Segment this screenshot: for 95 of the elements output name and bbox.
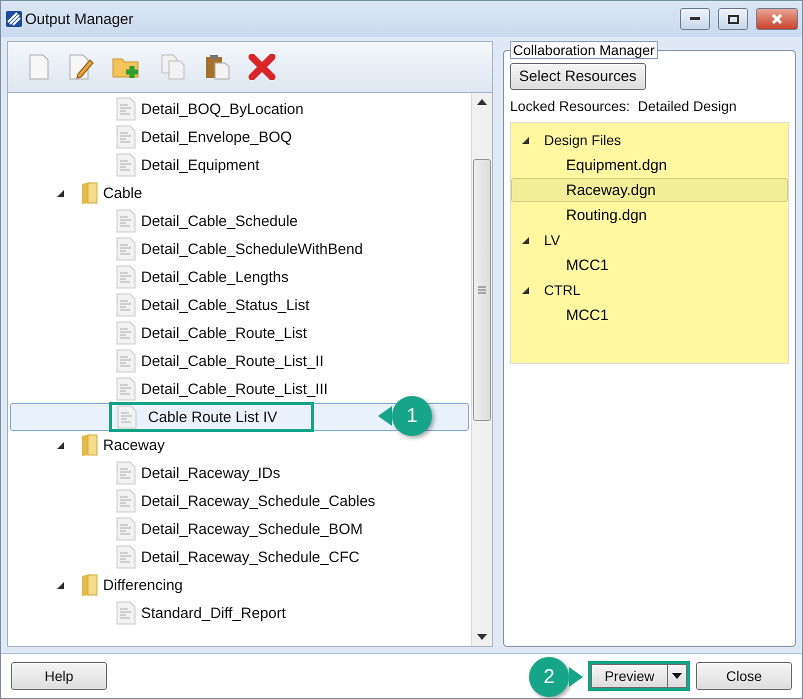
close-icon — [771, 13, 783, 25]
tree-item[interactable]: Detail_Cable_Status_List — [10, 291, 469, 319]
report-icon — [115, 153, 137, 177]
report-icon — [115, 349, 137, 373]
resource-item[interactable]: MCC1 — [511, 303, 788, 327]
report-name: Detail_Cable_Route_List_III — [140, 380, 329, 400]
folder-name: Differencing — [102, 576, 184, 596]
report-icon — [115, 517, 137, 541]
report-name: Cable Route List IV — [147, 408, 278, 428]
report-icon — [115, 461, 137, 485]
report-name: Detail_Cable_ScheduleWithBend — [140, 240, 364, 260]
expanded-triangle-icon[interactable] — [55, 440, 65, 450]
dropdown-arrow-button[interactable] — [667, 664, 687, 688]
maximize-icon — [728, 14, 738, 24]
report-name: Detail_Cable_Route_List — [140, 324, 308, 344]
resource-item[interactable]: Routing.dgn — [511, 203, 788, 227]
report-name: Detail_Envelope_BOQ — [140, 128, 293, 148]
close-dialog-button[interactable]: Close — [696, 662, 792, 690]
minimize-icon — [690, 17, 700, 21]
report-icon — [115, 601, 137, 625]
report-name: Detail_Raceway_Schedule_BOM — [140, 520, 364, 540]
report-icon — [116, 405, 138, 429]
report-icon — [115, 489, 137, 513]
preview-button[interactable]: Preview — [591, 664, 667, 688]
folder-icon — [79, 433, 99, 457]
resource-item[interactable]: Raceway.dgn — [511, 178, 788, 202]
resource-item[interactable]: MCC1 — [511, 253, 788, 277]
tree-item[interactable]: Detail_Raceway_Schedule_CFC — [10, 543, 469, 571]
tree-item[interactable]: Detail_Raceway_IDs — [10, 459, 469, 487]
edit-document-icon[interactable] — [68, 54, 94, 80]
report-name: Detail_Raceway_IDs — [140, 464, 282, 484]
report-icon — [115, 545, 137, 569]
scroll-thumb[interactable] — [473, 158, 491, 420]
scroll-up-icon[interactable] — [477, 99, 487, 105]
tree-item[interactable]: Detail_Equipment — [10, 151, 469, 179]
folder-name: Raceway — [102, 436, 166, 456]
tree-item[interactable]: Detail_Cable_Route_List — [10, 319, 469, 347]
minimize-button[interactable] — [680, 8, 710, 30]
report-icon — [115, 321, 137, 345]
report-name: Detail_Cable_Status_List — [140, 296, 310, 316]
report-name: Detail_Cable_Route_List_II — [140, 352, 325, 372]
window-title: Output Manager — [25, 10, 134, 28]
close-button[interactable] — [756, 8, 798, 30]
delete-icon[interactable] — [248, 54, 276, 80]
folder-icon — [79, 181, 99, 205]
locked-value: Detailed Design — [638, 98, 737, 114]
tree-item[interactable]: Detail_Cable_ScheduleWithBend — [10, 235, 469, 263]
scrollbar[interactable] — [471, 93, 492, 646]
paste-icon[interactable] — [204, 54, 230, 80]
resource-group[interactable]: CTRL — [511, 278, 788, 302]
tree-folder[interactable]: Differencing — [10, 571, 469, 599]
report-icon — [115, 125, 137, 149]
tree-item[interactable]: Standard_Diff_Report — [10, 599, 469, 627]
tree-item[interactable]: Detail_Raceway_Schedule_Cables — [10, 487, 469, 515]
maximize-button[interactable] — [718, 8, 748, 30]
expanded-triangle-icon[interactable] — [55, 188, 65, 198]
report-name: Detail_Raceway_Schedule_CFC — [140, 548, 360, 568]
report-name: Detail_Equipment — [140, 156, 260, 176]
tree-item[interactable]: Detail_Cable_Schedule — [10, 207, 469, 235]
locked-label: Locked Resources: — [510, 98, 630, 114]
tree-item[interactable]: Detail_Raceway_Schedule_BOM — [10, 515, 469, 543]
report-icon — [115, 293, 137, 317]
report-name: Detail_BOQ_ByLocation — [140, 100, 305, 120]
callout-pointer-icon — [378, 406, 392, 426]
tree-folder[interactable]: Cable — [10, 179, 469, 207]
report-name: Detail_Raceway_Schedule_Cables — [140, 492, 376, 512]
report-icon — [115, 209, 137, 233]
resource-group[interactable]: Design Files — [511, 128, 788, 152]
caret-icon — [672, 673, 682, 679]
folder-icon — [79, 573, 99, 597]
report-name: Detail_Cable_Schedule — [140, 212, 299, 232]
select-resources-button[interactable]: Select Resources — [510, 63, 646, 90]
expanded-triangle-icon[interactable] — [520, 285, 530, 295]
tree-item[interactable]: Detail_BOQ_ByLocation — [10, 95, 469, 123]
tree-item[interactable]: Detail_Cable_Route_List_II — [10, 347, 469, 375]
help-button[interactable]: Help — [11, 662, 107, 690]
report-icon — [115, 97, 137, 121]
report-name: Detail_Cable_Lengths — [140, 268, 290, 288]
panel-title: Collaboration Manager — [510, 41, 658, 59]
expanded-triangle-icon[interactable] — [520, 135, 530, 145]
report-icon — [115, 237, 137, 261]
app-logo-icon — [5, 10, 23, 28]
resource-item[interactable]: Equipment.dgn — [511, 153, 788, 177]
grip-icon — [478, 286, 486, 294]
callout-pointer-icon — [569, 667, 583, 687]
report-icon — [115, 265, 137, 289]
folder-name: Cable — [102, 184, 144, 204]
report-icon — [115, 377, 137, 401]
tree-item[interactable]: Detail_Envelope_BOQ — [10, 123, 469, 151]
expanded-triangle-icon[interactable] — [520, 235, 530, 245]
scroll-down-icon[interactable] — [477, 634, 487, 640]
resource-group[interactable]: LV — [511, 228, 788, 252]
expanded-triangle-icon[interactable] — [55, 580, 65, 590]
tree-item[interactable]: Detail_Cable_Lengths — [10, 263, 469, 291]
report-name: Standard_Diff_Report — [140, 604, 287, 624]
